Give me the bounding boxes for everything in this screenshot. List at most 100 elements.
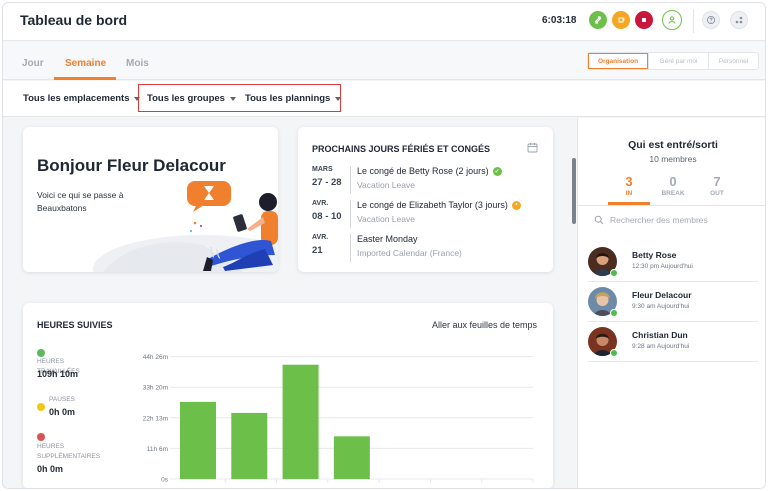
period-tabs: Jour Semaine Mois Organisation Géré par … (3, 42, 765, 80)
member-row[interactable]: Christian Dun 9:28 am Aujourd'hui (588, 322, 758, 362)
schedules-filter[interactable]: Tous les plannings (245, 93, 342, 104)
apps-icon (735, 16, 743, 24)
break-button[interactable] (612, 11, 630, 29)
counter-label: IN (625, 190, 633, 197)
holiday-month: AVR. (312, 234, 329, 241)
counter-value: 7 (713, 174, 721, 189)
holiday-item[interactable]: AVR. 21 Easter Monday Imported Calendar … (312, 234, 542, 264)
stat-label: HEURES SUPPLÉMENTAIRES (37, 443, 101, 460)
overtime-dot-icon (37, 433, 45, 441)
main-scrollbar[interactable] (572, 158, 576, 224)
hours-bar[interactable] (231, 412, 268, 479)
member-name: Betty Rose (632, 250, 677, 260)
members-count: 10 membres (649, 154, 697, 164)
help-icon (706, 15, 716, 25)
holiday-divider (350, 234, 351, 262)
profile-status-button[interactable] (662, 10, 682, 30)
switch-button[interactable] (589, 11, 607, 29)
holiday-name-text: Le congé de Elizabeth Taylor (3 jours) (357, 200, 508, 210)
tab-day[interactable]: Jour (22, 58, 44, 69)
holiday-name: Le congé de Elizabeth Taylor (3 jours) • (357, 200, 521, 210)
holiday-days: 27 - 28 (312, 177, 342, 188)
approved-check-icon: ✓ (492, 166, 502, 176)
holiday-type: Vacation Leave (357, 214, 415, 224)
scope-managed-by-me[interactable]: Géré par moi (648, 53, 708, 69)
member-search[interactable]: Rechercher des membres (594, 215, 708, 225)
holidays-title: PROCHAINS JOURS FÉRIÉS ET CONGÉS (312, 144, 491, 154)
member-time: 12:30 pm Aujourd'hui (632, 263, 693, 270)
tracked-hours-card: HEURES SUIVIES Aller aux feuilles de tem… (23, 303, 553, 488)
hours-bar[interactable] (180, 401, 216, 479)
counter-value: 0 (669, 174, 677, 189)
stat-value: 0h 0m (49, 407, 76, 417)
worked-dot-icon (37, 349, 45, 357)
locations-filter[interactable]: Tous les emplacements (23, 93, 141, 104)
member-row[interactable]: Fleur Delacour 9:30 am Aujourd'hui (588, 282, 758, 322)
stat-value: 0h 0m (37, 464, 64, 474)
counter-value: 3 (625, 174, 633, 189)
user-icon (668, 16, 676, 24)
y-tick-label: 33h 20m (143, 385, 168, 392)
page-title: Tableau de bord (20, 12, 128, 28)
holiday-name: Easter Monday (357, 234, 418, 244)
search-placeholder: Rechercher des membres (610, 215, 708, 225)
counter-in[interactable]: 3 IN (609, 174, 649, 197)
chevron-down-icon (335, 96, 342, 101)
stat-value: 109h 10m (37, 369, 79, 379)
calendar-icon[interactable] (527, 142, 538, 153)
welcome-card: Bonjour Fleur Delacour Voici ce qui se p… (23, 127, 278, 272)
stop-button[interactable] (635, 11, 653, 29)
scope-organisation[interactable]: Organisation (588, 53, 648, 69)
filter-bar: Tous les emplacements Tous les groupes T… (3, 81, 765, 117)
stop-icon (642, 18, 646, 22)
who-is-in-panel: Qui est entré/sorti 10 membres 3 IN 0 BR… (577, 118, 765, 488)
online-status-icon (610, 269, 618, 277)
holiday-divider (350, 166, 351, 194)
apps-button[interactable] (730, 11, 748, 29)
schedules-filter-label: Tous les plannings (245, 93, 331, 104)
holiday-divider (350, 200, 351, 228)
chevron-down-icon (229, 96, 236, 101)
swap-arrows-icon (594, 16, 602, 24)
holiday-name: Le congé de Betty Rose (2 jours) ✓ (357, 166, 502, 176)
tab-month[interactable]: Mois (126, 58, 149, 69)
help-button[interactable] (702, 11, 720, 29)
holiday-name-text: Le congé de Betty Rose (2 jours) (357, 166, 489, 176)
counter-out[interactable]: 7 OUT (697, 174, 737, 197)
scope-toggle: Organisation Géré par moi Personnel (587, 52, 759, 70)
top-bar: Tableau de bord 6:03:18 (3, 3, 765, 41)
stat-label: PAUSES (49, 396, 75, 403)
locations-filter-label: Tous les emplacements (23, 93, 130, 104)
search-icon (594, 215, 604, 225)
app-window: Tableau de bord 6:03:18 Jour Semaine Moi… (2, 2, 766, 489)
groups-filter[interactable]: Tous les groupes (147, 93, 236, 104)
holiday-type: Imported Calendar (France) (357, 248, 462, 258)
member-row[interactable]: Betty Rose 12:30 pm Aujourd'hui (588, 242, 758, 282)
panel-divider (578, 205, 765, 206)
hours-bar-chart: 44h 26m 33h 20m 22h 13m 11h 6m 0s (143, 354, 534, 484)
counter-break[interactable]: 0 BREAK (653, 174, 693, 197)
hours-bar[interactable] (333, 436, 370, 479)
hours-bar[interactable] (282, 364, 319, 479)
online-status-icon (610, 349, 618, 357)
holiday-type: Vacation Leave (357, 180, 415, 190)
y-tick-label: 22h 13m (143, 415, 168, 422)
pending-clock-icon: • (511, 200, 521, 210)
tab-week[interactable]: Semaine (65, 58, 106, 69)
active-tab-indicator (54, 77, 116, 80)
timesheets-link[interactable]: Aller aux feuilles de temps (432, 320, 537, 330)
holiday-month: MARS (312, 166, 333, 173)
holiday-item[interactable]: MARS 27 - 28 Le congé de Betty Rose (2 j… (312, 166, 542, 196)
holiday-item[interactable]: AVR. 08 - 10 Le congé de Elizabeth Taylo… (312, 200, 542, 230)
clock-readout: 6:03:18 (542, 15, 577, 26)
holiday-name-text: Easter Monday (357, 234, 418, 244)
member-name: Fleur Delacour (632, 290, 692, 300)
coffee-hand-icon (618, 17, 625, 23)
online-status-icon (610, 309, 618, 317)
who-title: Qui est entré/sorti (628, 139, 718, 151)
groups-filter-label: Tous les groupes (147, 93, 225, 104)
holiday-days: 21 (312, 245, 323, 256)
member-name: Christian Dun (632, 330, 688, 340)
scope-personal[interactable]: Personnel (708, 53, 758, 69)
breaks-dot-icon (37, 403, 45, 411)
